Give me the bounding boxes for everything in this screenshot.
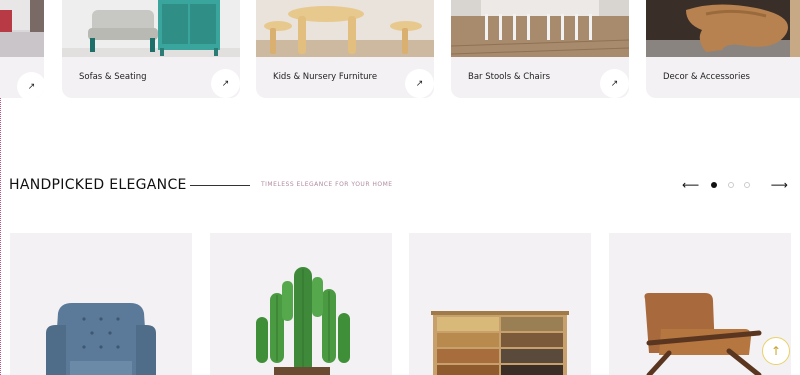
carousel-dot-3[interactable] (744, 182, 750, 188)
arrow-left-icon[interactable]: ⟵ (682, 177, 699, 193)
arrow-up-right-icon: ↗ (415, 78, 424, 89)
category-arrow-button[interactable]: ↗ (405, 69, 434, 98)
sideboard-image (431, 311, 569, 375)
category-card-bar-stools[interactable]: Bar Stools & Chairs ↗ (451, 0, 629, 98)
category-card-kids[interactable]: Kids & Nursery Furniture ↗ (256, 0, 434, 98)
category-arrow-button[interactable]: ↗ (17, 72, 44, 98)
category-label: Decor & Accessories (663, 72, 750, 82)
category-label: Sofas & Seating (79, 72, 147, 82)
category-card-sofas[interactable]: Sofas & Seating ↗ (62, 0, 240, 98)
category-label: Kids & Nursery Furniture (273, 72, 378, 82)
carousel-dot-2[interactable] (728, 182, 734, 188)
category-arrow-button[interactable]: ↗ (600, 69, 629, 98)
title-divider (190, 185, 250, 186)
carousel-dot-1[interactable] (711, 182, 717, 188)
category-arrow-button[interactable]: ↗ (211, 69, 240, 98)
scroll-to-top-button[interactable]: ↑ (762, 337, 790, 365)
armchair-image (46, 303, 156, 375)
category-image (256, 0, 434, 57)
section-subtitle: TIMELESS ELEGANCE FOR YOUR HOME (261, 181, 393, 188)
arrow-right-icon[interactable]: ⟶ (771, 177, 788, 193)
product-card-armchair[interactable] (10, 233, 192, 375)
category-carousel: ↗ Sofas & Seating ↗ Kids & Nursery Furni… (0, 0, 800, 100)
category-label: Bar Stools & Chairs (468, 72, 551, 82)
arrow-up-icon: ↑ (770, 344, 782, 358)
carousel-nav: ⟵ ⟶ (682, 177, 788, 193)
arrow-up-right-icon: ↗ (221, 78, 230, 89)
section-title: HANDPICKED ELEGANCE (9, 177, 187, 193)
category-image (646, 0, 800, 57)
arrow-up-right-icon: ↗ (610, 78, 619, 89)
category-card-decor[interactable]: Decor & Accessories ↗ (646, 0, 800, 98)
category-card-partial-right[interactable] (790, 0, 800, 98)
product-card-sideboard[interactable] (409, 233, 591, 375)
category-image (0, 0, 44, 57)
category-image (451, 0, 629, 57)
product-card-cactus[interactable] (210, 233, 392, 375)
category-image (62, 0, 240, 57)
category-image (790, 0, 800, 57)
cactus-image (256, 267, 350, 375)
category-card-partial[interactable]: ↗ (0, 0, 44, 98)
arrow-up-right-icon: ↗ (27, 81, 36, 92)
